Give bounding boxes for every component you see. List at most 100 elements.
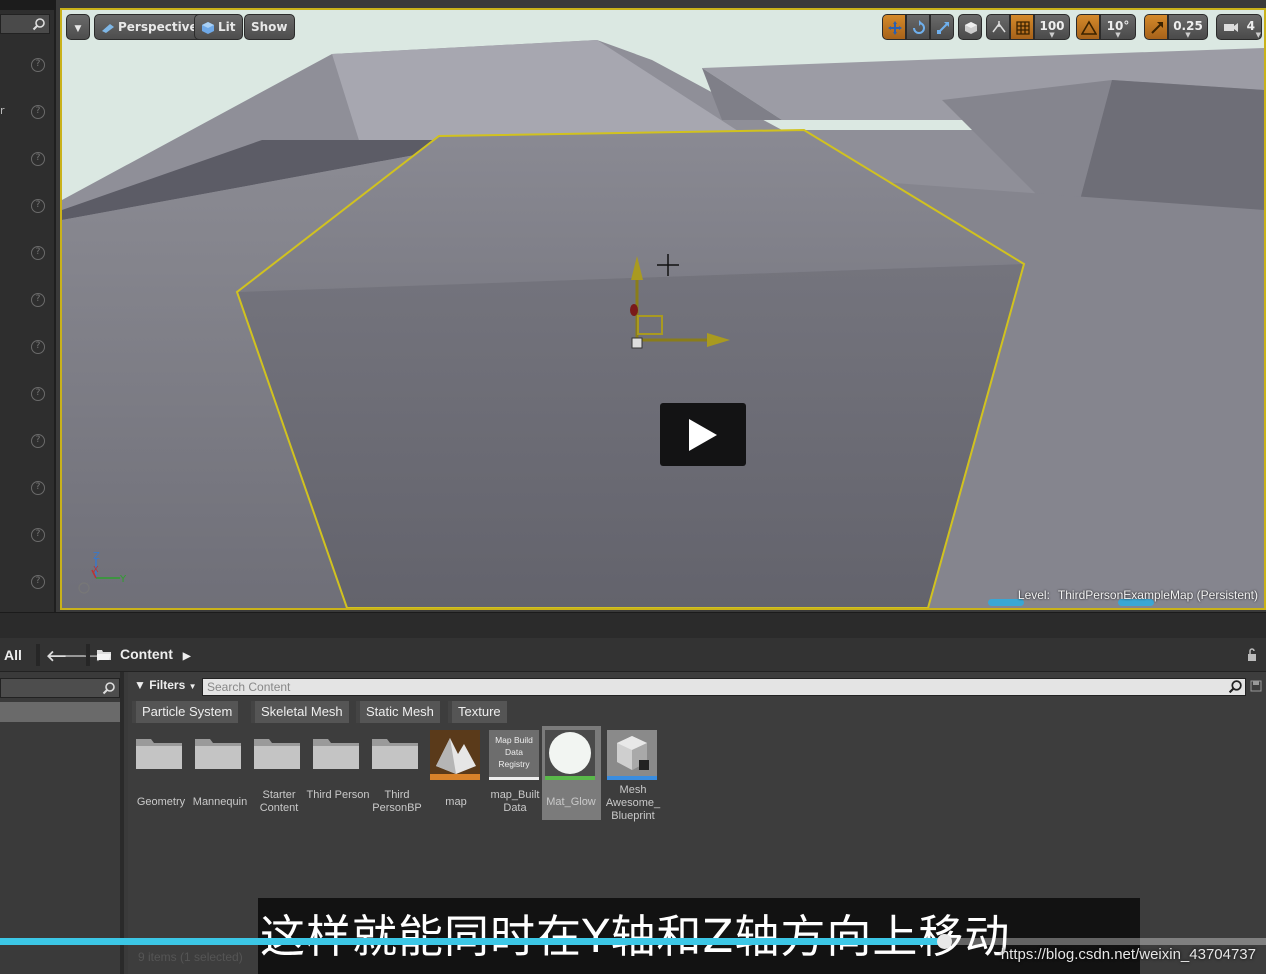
folder-icon <box>195 739 241 769</box>
selected-box-front[interactable] <box>237 264 1024 608</box>
coordinate-system-button[interactable] <box>958 14 982 40</box>
details-search-input[interactable] <box>0 14 50 34</box>
chevron-down-icon: ▼ <box>1049 31 1055 39</box>
scale-snap-toggle[interactable] <box>1144 14 1168 40</box>
asset-tile-map-built-data[interactable]: Map Build Data Registry map_Built Data <box>486 726 544 820</box>
scale-icon <box>937 22 949 34</box>
show-label: Show <box>251 20 288 34</box>
sources-panel <box>0 672 124 974</box>
help-icon[interactable]: ? <box>31 105 45 119</box>
level-name: ThirdPersonExampleMap (Persistent) <box>1057 588 1258 602</box>
world-cube-icon <box>965 22 977 34</box>
grid-snap-toggle[interactable] <box>1010 14 1034 40</box>
save-search-icon[interactable] <box>1250 680 1262 692</box>
help-icon[interactable]: ? <box>31 575 45 589</box>
surface-snapping-button[interactable] <box>986 14 1010 40</box>
play-icon <box>689 419 717 451</box>
breadcrumb-content[interactable]: Content <box>120 646 173 662</box>
chevron-right-icon[interactable]: ▶ <box>183 651 191 662</box>
filter-chip-texture[interactable]: Texture <box>448 701 507 723</box>
camera-speed-value: 4 <box>1246 19 1255 33</box>
items-count: 9 items (1 selected) <box>138 950 243 964</box>
selected-folder-row[interactable] <box>0 702 120 722</box>
content-search-input[interactable]: Search Content <box>202 678 1246 696</box>
all-folder-tab[interactable]: All <box>4 647 22 663</box>
filter-chip-static-mesh[interactable]: Static Mesh <box>356 701 440 723</box>
camera-speed-dropdown[interactable]: 4 ▼ <box>1216 14 1262 40</box>
lock-icon[interactable] <box>1246 648 1260 662</box>
transform-toolbar: 100 ▼ 10° ▼ 0.25 ▼ 4 ▼ <box>882 14 1262 40</box>
asset-label: Third Person <box>306 789 370 801</box>
help-icon[interactable]: ? <box>31 293 45 307</box>
help-icon[interactable]: ? <box>31 246 45 260</box>
asset-label: map <box>445 796 467 808</box>
rotation-snap-toggle[interactable] <box>1076 14 1100 40</box>
level-viewport[interactable]: ▼ Perspective Lit Show 100 ▼ 10° ▼ 0.25 … <box>60 8 1266 610</box>
lit-label: Lit <box>218 20 236 34</box>
asset-tile-mat-glow[interactable]: Mat_Glow <box>542 726 601 820</box>
filter-chip-skeletal-mesh[interactable]: Skeletal Mesh <box>251 701 349 723</box>
chevron-down-icon: ▼ <box>74 24 82 34</box>
scale-snap-value-dropdown[interactable]: 0.25 ▼ <box>1168 14 1208 40</box>
scale-mode-button[interactable] <box>930 14 954 40</box>
video-play-button[interactable] <box>660 403 746 466</box>
help-icon[interactable]: ? <box>31 528 45 542</box>
level-prefix: Level: <box>1017 588 1050 602</box>
video-progress-bar[interactable] <box>0 934 1266 949</box>
asset-label: Geometry <box>136 796 186 808</box>
content-browser-header: All 🡐 🡒 Content ▶ <box>0 638 1266 672</box>
filters-button[interactable]: ▼ Filters ▼ <box>134 678 197 692</box>
folder-search-input[interactable] <box>0 678 120 698</box>
chevron-down-icon: ▼ <box>1185 31 1191 39</box>
filter-chip-particle-system[interactable]: Particle System <box>132 701 239 723</box>
asset-tile-third-personbp[interactable]: Third PersonBP <box>368 726 426 820</box>
folder-icon <box>254 739 300 769</box>
asset-tile-third-person[interactable]: Third Person <box>307 726 369 820</box>
help-icon[interactable]: ? <box>31 152 45 166</box>
blueprint-icon <box>607 730 657 780</box>
chevron-down-icon: ▼ <box>1115 31 1121 39</box>
view-mode-button[interactable]: Lit <box>194 14 243 40</box>
rotation-snap-value-dropdown[interactable]: 10° ▼ <box>1100 14 1136 40</box>
chevron-down-icon: ▼ <box>1255 31 1261 39</box>
asset-label: Mesh Awesome_ Blueprint <box>605 784 661 822</box>
asset-tile-geometry[interactable]: Geometry <box>132 726 190 820</box>
subtitle-text: 这样就能同时在Y轴和Z轴方向上移动 <box>260 910 1011 963</box>
watermark: https://blog.csdn.net/weixin_43704737 <box>1000 946 1256 963</box>
viewport-scene[interactable] <box>62 10 1264 608</box>
help-icon[interactable]: ? <box>31 58 45 72</box>
show-button[interactable]: Show <box>244 14 295 40</box>
help-icon[interactable]: ? <box>31 340 45 354</box>
asset-label: Third PersonBP <box>372 789 422 814</box>
perspective-button[interactable]: Perspective <box>94 14 205 40</box>
move-icon <box>888 21 902 35</box>
filter-icon: ▼ <box>134 678 146 692</box>
viewport-options-button[interactable]: ▼ <box>66 14 90 40</box>
search-placeholder: Search Content <box>207 680 291 694</box>
help-icon[interactable]: ? <box>31 199 45 213</box>
search-icon <box>32 18 45 31</box>
help-icon[interactable]: ? <box>31 434 45 448</box>
map-icon <box>430 730 480 780</box>
translate-mode-button[interactable] <box>882 14 906 40</box>
filters-label: Filters <box>149 678 186 692</box>
breadcrumb: Content ▶ <box>96 646 191 662</box>
asset-tile-starter-content[interactable]: Starter Content <box>250 726 308 820</box>
details-row-label-fragment: r <box>0 104 5 117</box>
asset-tile-mannequin[interactable]: Mannequin <box>191 726 249 820</box>
folder-icon <box>136 739 182 769</box>
help-icon[interactable]: ? <box>31 481 45 495</box>
svg-text:Y: Y <box>119 574 127 585</box>
panel-splitter[interactable] <box>0 612 1266 638</box>
grid-snap-value-dropdown[interactable]: 100 ▼ <box>1034 14 1070 40</box>
unreal-editor-window: r ? ? ? ? ? ? ? ? ? ? ? ? ▼ Perspective … <box>0 0 1266 974</box>
chip-label: Static Mesh <box>366 704 434 719</box>
asset-tile-map[interactable]: map <box>427 726 485 820</box>
search-icon <box>1228 680 1242 694</box>
asset-tile-mesh-awesome-blueprint[interactable]: Mesh Awesome_ Blueprint <box>604 726 662 822</box>
folder-icon <box>97 650 111 660</box>
details-panel-tab-strip <box>0 0 56 10</box>
video-progress-fill <box>0 938 945 945</box>
help-icon[interactable]: ? <box>31 387 45 401</box>
rotate-mode-button[interactable] <box>906 14 930 40</box>
